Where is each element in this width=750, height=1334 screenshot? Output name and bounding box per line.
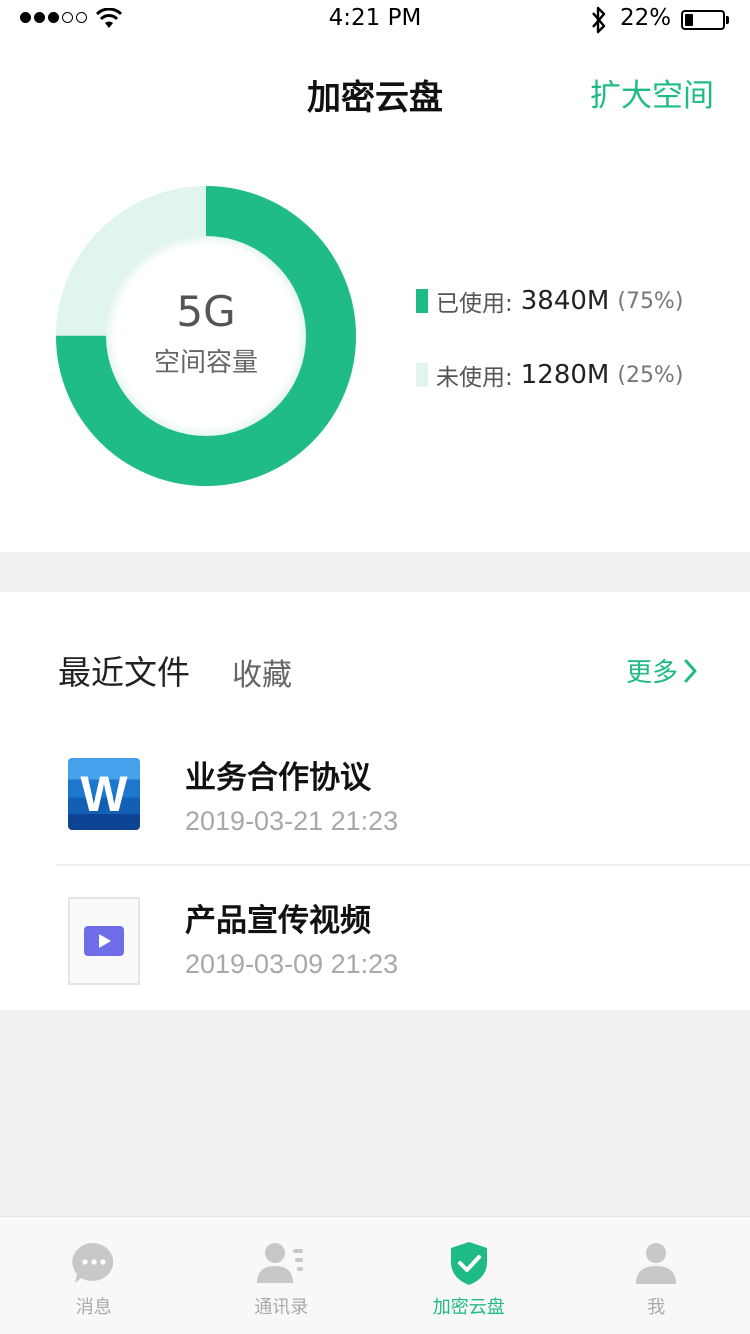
expand-space-button[interactable]: 扩大空间 <box>590 70 714 115</box>
legend-used-name: 已使用: <box>436 291 513 317</box>
tab-label: 通讯录 <box>254 1297 309 1318</box>
file-date: 2019-03-21 21:23 <box>185 806 399 836</box>
status-bar: 4:21 PM 22% <box>0 0 750 40</box>
tab-messages[interactable]: 消息 <box>0 1217 188 1334</box>
unused-swatch <box>416 363 428 387</box>
nav-bar: 加密云盘 扩大空间 <box>0 40 750 144</box>
tab-label: 加密云盘 <box>432 1297 505 1318</box>
file-date: 2019-03-09 21:23 <box>185 949 399 979</box>
chat-bubble-icon <box>72 1242 113 1283</box>
shield-check-icon <box>450 1242 487 1285</box>
files-section: 最近文件 收藏 更多 W 业务合作协议 2019-03-21 21:23 产品宣… <box>0 592 750 1010</box>
tab-recent-files[interactable]: 最近文件 <box>58 646 190 694</box>
bluetooth-icon <box>592 6 606 34</box>
file-name: 产品宣传视频 <box>185 903 371 939</box>
legend-used-value: 3840M <box>520 286 610 316</box>
play-icon <box>84 926 124 956</box>
tab-encrypted-cloud[interactable]: 加密云盘 <box>375 1217 563 1334</box>
contacts-icon <box>257 1243 304 1283</box>
file-row[interactable]: W 业务合作协议 2019-03-21 21:23 <box>0 722 750 864</box>
tab-favorites[interactable]: 收藏 <box>232 650 292 694</box>
legend-unused-value: 1280M <box>520 360 610 390</box>
used-swatch <box>416 289 428 313</box>
chevron-right-icon <box>684 659 697 682</box>
battery-percent: 22% <box>620 5 672 31</box>
tab-label: 消息 <box>75 1297 112 1318</box>
more-button[interactable]: 更多 <box>626 652 698 689</box>
legend-unused: 未使用: 1280M (25%) <box>416 358 683 392</box>
tab-contacts[interactable]: 通讯录 <box>188 1217 376 1334</box>
tab-label: 我 <box>647 1297 666 1318</box>
storage-overview: 5G 空间容量 已使用: 3840M (75%) 未使用: 1280M (25%… <box>0 144 750 552</box>
video-file-icon <box>68 897 140 985</box>
more-label: 更多 <box>625 658 678 688</box>
tab-me[interactable]: 我 <box>563 1217 750 1334</box>
legend-used-percent: (75%) <box>617 288 684 314</box>
legend-used: 已使用: 3840M (75%) <box>416 284 683 318</box>
file-name: 业务合作协议 <box>185 760 371 796</box>
person-icon <box>636 1243 677 1284</box>
battery-tip <box>726 16 729 24</box>
word-document-icon: W <box>68 758 140 830</box>
tab-bar: 消息 通讯录 加密云盘 我 <box>0 1216 750 1334</box>
legend-unused-percent: (25%) <box>617 362 684 388</box>
storage-donut-chart <box>56 186 356 486</box>
donut-inner-glow <box>103 233 309 439</box>
file-row[interactable]: 产品宣传视频 2019-03-09 21:23 <box>0 865 750 1007</box>
legend-unused-name: 未使用: <box>436 365 513 391</box>
battery-icon <box>681 10 725 30</box>
